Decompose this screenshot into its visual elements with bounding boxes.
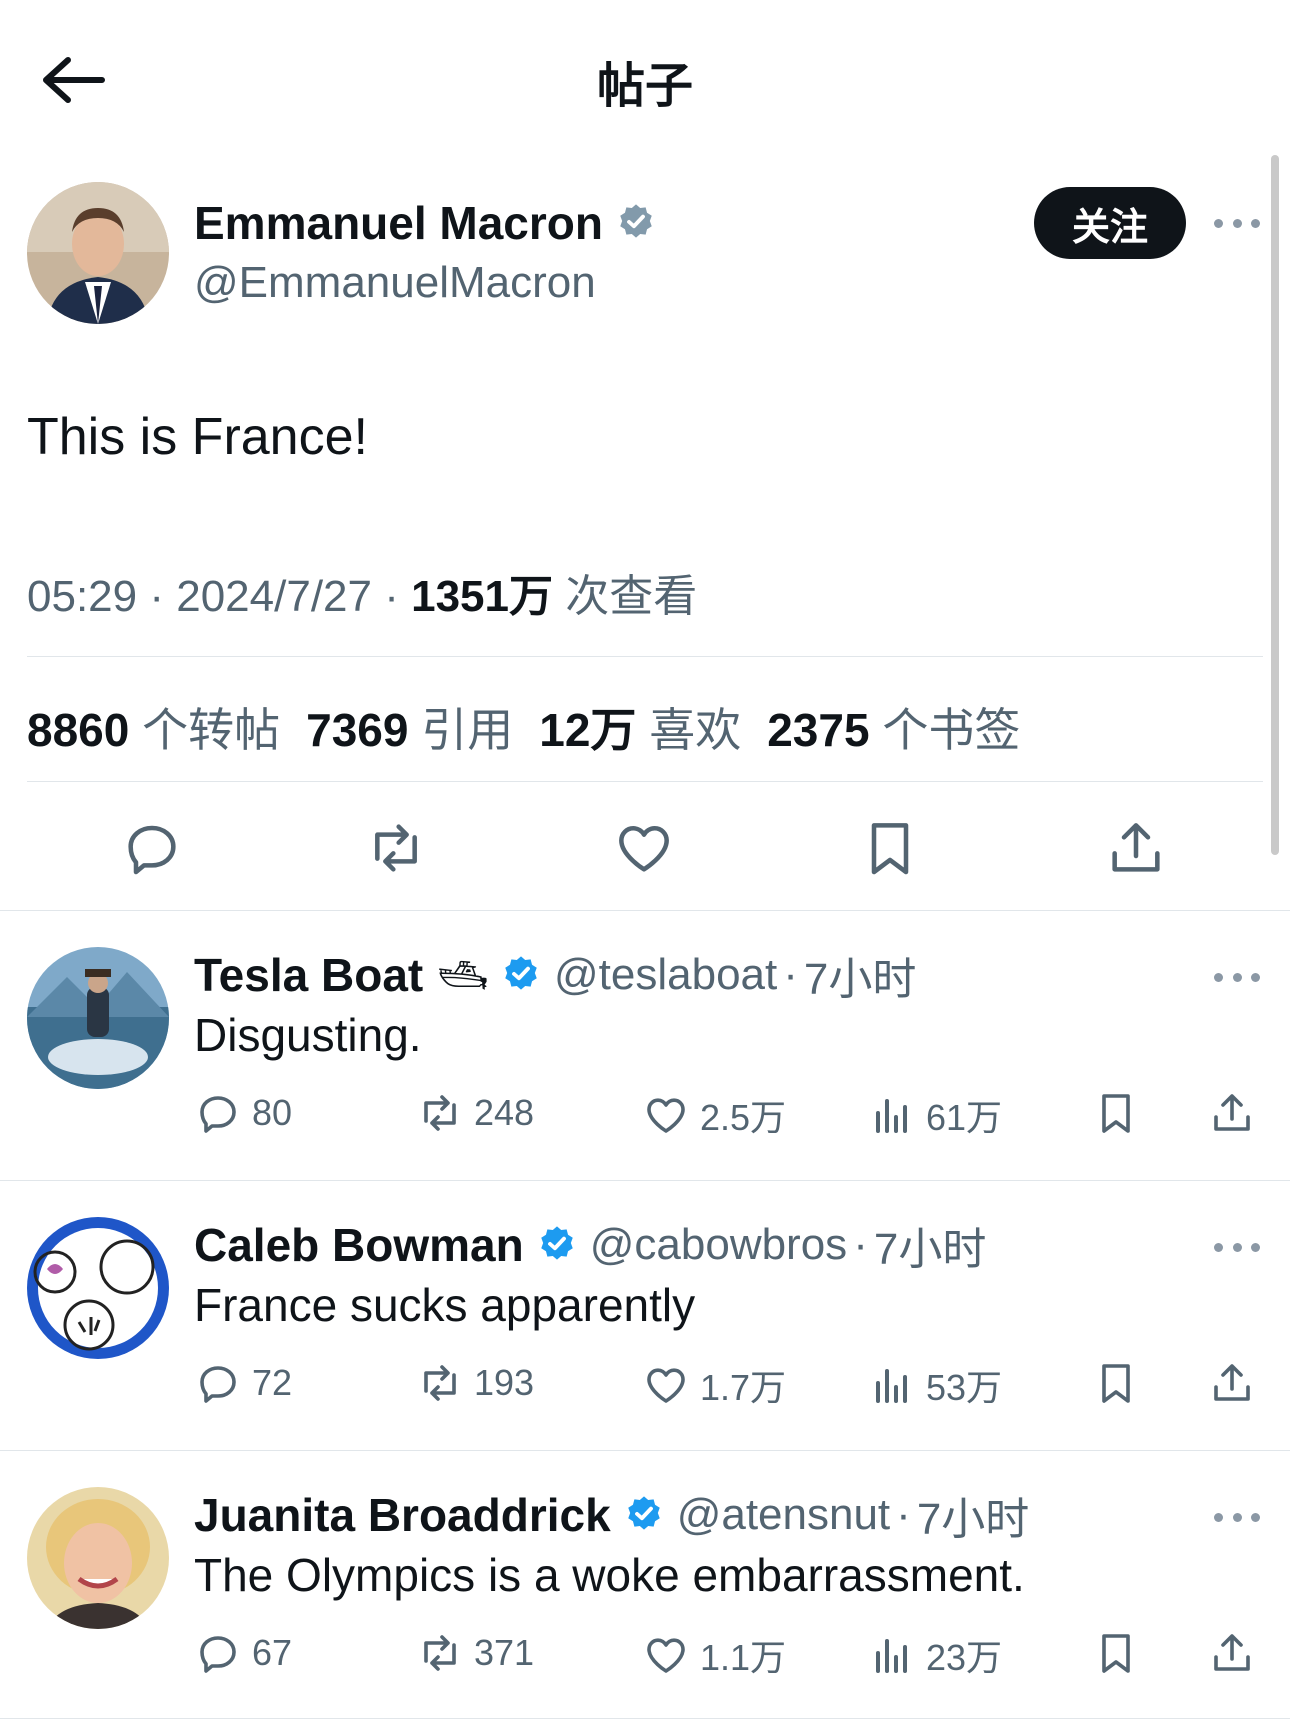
reply-author-name[interactable]: Juanita Broaddrick [194,1488,611,1542]
reply-author-handle[interactable]: @atensnut [677,1490,890,1540]
like-count: 2.5万 [700,1097,787,1138]
separator: · [149,572,164,621]
repost-count: 193 [474,1362,535,1403]
separator: · [783,950,798,999]
reply-item[interactable]: Caleb Bowman @cabowbros · 7小时 France suc… [0,1180,1290,1450]
reply-count: 72 [252,1362,293,1403]
views-count: 53万 [926,1367,1003,1408]
repost-button[interactable]: 371 [416,1629,534,1677]
page-title: 帖子 [596,60,693,113]
reply-author-handle[interactable]: @teslaboat [554,950,777,1000]
divider [27,656,1263,657]
reply-author-handle[interactable]: @cabowbros [590,1220,847,1270]
reply-time: 7小时 [803,955,917,1004]
verified-badge-icon [500,952,542,999]
reply-time: 7小时 [873,1225,987,1274]
post-stats: 8860 个转帖 7369 引用 12万 喜欢 2375 个书签 [27,694,1020,760]
views-button[interactable]: 61万 [868,1089,1002,1141]
like-count: 1.1万 [700,1637,787,1678]
reply-button[interactable]: 72 [194,1359,292,1407]
bookmark-icon[interactable] [858,816,922,880]
more-options-icon[interactable] [1214,1237,1260,1257]
reply-header: Juanita Broaddrick @atensnut · 7小时 [194,1483,1029,1547]
verified-badge-icon [615,200,657,247]
reply-item[interactable]: Tesla Boat 🛥 @teslaboat · 7小时 Disgusting… [0,910,1290,1180]
reply-text: Disgusting. [194,1009,422,1061]
reply-header: Caleb Bowman @cabowbros · 7小时 [194,1213,986,1277]
repost-count: 371 [474,1632,535,1673]
repost-icon[interactable] [364,816,428,880]
header: 帖子 [0,0,1290,150]
like-button[interactable]: 1.1万 [642,1629,786,1681]
views-count: 23万 [926,1637,1003,1678]
reply-time: 7小时 [916,1495,1030,1544]
bookmarks-stat[interactable]: 2375 个书签 [767,694,1020,760]
repost-count: 248 [474,1092,535,1133]
like-count: 1.7万 [700,1367,787,1408]
reply-icon[interactable] [120,816,184,880]
post-meta: 05:29 · 2024/7/27 · 1351万 次查看 [27,560,697,624]
share-icon[interactable] [1208,1629,1256,1677]
author-name[interactable]: Emmanuel Macron [194,196,603,250]
reply-button[interactable]: 80 [194,1089,292,1137]
scrollbar[interactable] [1271,155,1279,855]
verified-badge-icon [536,1222,578,1269]
repost-button[interactable]: 248 [416,1089,534,1137]
post-time: 05:29 [27,572,138,621]
follow-button[interactable]: 关注 [1034,187,1186,259]
reply-author-name[interactable]: Caleb Bowman [194,1218,524,1272]
like-button[interactable]: 2.5万 [642,1089,786,1141]
reply-count: 67 [252,1632,293,1673]
reply-author-name[interactable]: Tesla Boat [194,948,423,1002]
more-options-icon[interactable] [1214,213,1260,233]
likes-stat[interactable]: 12万 喜欢 [539,694,741,760]
more-options-icon[interactable] [1214,1507,1260,1527]
divider [27,781,1263,782]
post-date: 2024/7/27 [176,572,372,621]
share-icon[interactable] [1208,1089,1256,1137]
avatar[interactable] [27,182,169,324]
separator: · [896,1490,911,1539]
avatar[interactable] [27,1487,169,1629]
repost-button[interactable]: 193 [416,1359,534,1407]
avatar[interactable] [27,1217,169,1359]
quotes-stat[interactable]: 7369 引用 [306,694,513,760]
like-icon[interactable] [612,816,676,880]
views-count: 61万 [926,1097,1003,1138]
author-name-row: Emmanuel Macron [194,196,657,250]
reply-text: France sucks apparently [194,1279,696,1331]
views-label: 次查看 [565,572,698,621]
boat-emoji-icon: 🛥 [437,953,488,998]
post-text: This is France! [27,408,368,466]
verified-badge-icon [623,1492,665,1539]
share-icon[interactable] [1104,816,1168,880]
views-count: 1351万 [411,572,553,621]
author-handle[interactable]: @EmmanuelMacron [194,258,596,308]
bookmark-icon[interactable] [1092,1089,1140,1137]
like-button[interactable]: 1.7万 [642,1359,786,1411]
reply-header: Tesla Boat 🛥 @teslaboat · 7小时 [194,943,916,1007]
reply-item[interactable]: Juanita Broaddrick @atensnut · 7小时 The O… [0,1450,1290,1720]
views-button[interactable]: 53万 [868,1359,1002,1411]
more-options-icon[interactable] [1214,967,1260,987]
reply-button[interactable]: 67 [194,1629,292,1677]
separator: · [853,1220,868,1269]
reply-text: The Olympics is a woke embarrassment. [194,1549,1025,1601]
avatar[interactable] [27,947,169,1089]
bookmark-icon[interactable] [1092,1359,1140,1407]
views-button[interactable]: 23万 [868,1629,1002,1681]
reposts-stat[interactable]: 8860 个转帖 [27,694,280,760]
separator: · [384,572,399,621]
divider [0,1718,1290,1719]
reply-count: 80 [252,1092,293,1133]
share-icon[interactable] [1208,1359,1256,1407]
bookmark-icon[interactable] [1092,1629,1140,1677]
